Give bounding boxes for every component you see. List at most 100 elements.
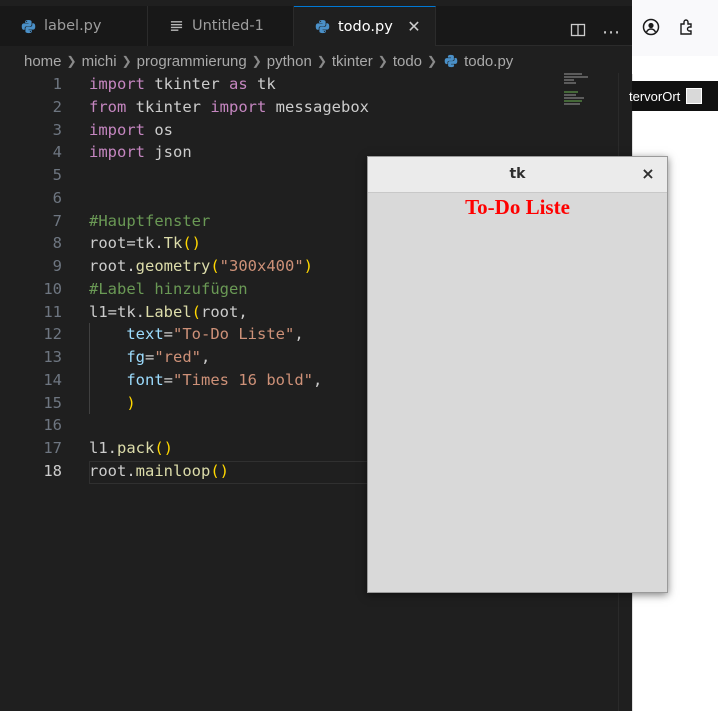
tab-label-py[interactable]: label.py xyxy=(0,6,148,46)
tab-label: todo.py xyxy=(338,18,393,35)
breadcrumb-item[interactable]: python xyxy=(267,53,312,70)
bracket: () xyxy=(154,439,173,457)
tab-untitled-1[interactable]: Untitled-1 xyxy=(148,6,294,46)
chevron-right-icon: ❯ xyxy=(377,54,388,68)
code-text: , xyxy=(201,348,211,366)
breadcrumb-item[interactable]: michi xyxy=(82,53,117,70)
tab-todo-py[interactable]: todo.py ✕ xyxy=(294,6,436,46)
parameter: fg xyxy=(126,348,145,366)
more-actions-icon[interactable]: ⋯ xyxy=(602,22,620,43)
breadcrumb-item[interactable]: todo.py xyxy=(464,53,513,70)
keyword: import xyxy=(89,120,145,139)
site-navbar: tervorOrt xyxy=(629,81,718,111)
function-name: geometry xyxy=(135,257,211,275)
breadcrumb: home ❯ michi ❯ programmierung ❯ python ❯ tki… xyxy=(24,50,513,72)
minimap-line xyxy=(564,97,584,99)
tab-label: Untitled-1 xyxy=(192,18,264,34)
minimap-line xyxy=(564,79,574,81)
function-name: Tk xyxy=(163,234,183,253)
avatar[interactable] xyxy=(686,88,703,104)
function-name: Label xyxy=(145,302,192,321)
code-text: root. xyxy=(89,257,136,275)
line-number: 2 xyxy=(52,97,62,116)
line-number: 1 xyxy=(52,75,62,93)
chevron-right-icon: ❯ xyxy=(251,54,262,68)
chevron-right-icon: ❯ xyxy=(427,54,438,68)
minimap-line xyxy=(564,103,580,105)
line-number: 9 xyxy=(52,257,62,275)
line-number: 10 xyxy=(43,279,62,298)
function-name: mainloop xyxy=(135,461,211,480)
todo-label: To-Do Liste xyxy=(465,195,570,219)
line-number: 3 xyxy=(52,120,62,139)
breadcrumb-item[interactable]: home xyxy=(24,53,62,70)
function-name: pack xyxy=(117,439,155,457)
breadcrumb-item[interactable]: programmierung xyxy=(137,53,247,70)
tk-window-title: tk xyxy=(509,166,526,182)
close-icon[interactable]: × xyxy=(639,165,657,183)
chevron-right-icon: ❯ xyxy=(316,54,327,68)
split-editor-icon[interactable] xyxy=(570,22,586,42)
minimap-line xyxy=(564,100,582,102)
line-number-current: 18 xyxy=(43,461,62,480)
code-text: tkinter xyxy=(145,75,229,93)
code-text: = xyxy=(163,325,173,344)
keyword: import xyxy=(89,75,145,93)
keyword: as xyxy=(229,75,248,93)
code-text: root=tk. xyxy=(89,234,164,253)
code-text: tk xyxy=(247,75,276,93)
line-number: 6 xyxy=(52,188,62,207)
minimap-line xyxy=(564,76,588,78)
chevron-right-icon: ❯ xyxy=(66,54,77,68)
keyword: from xyxy=(89,97,127,116)
line-number: 7 xyxy=(52,211,62,230)
line-number: 4 xyxy=(52,143,62,162)
code-text: tkinter xyxy=(126,97,211,116)
close-icon[interactable]: ✕ xyxy=(405,18,423,36)
keyword: import xyxy=(89,143,145,162)
python-icon xyxy=(20,18,36,34)
line-number: 5 xyxy=(52,166,62,184)
line-number: 14 xyxy=(43,370,62,389)
file-lines-icon xyxy=(168,18,184,34)
tk-window: tk × To-Do Liste xyxy=(367,156,668,593)
browser-toolbar: • xyxy=(632,0,718,56)
breadcrumb-item[interactable]: todo xyxy=(393,53,422,70)
line-number: 12 xyxy=(43,325,62,344)
username-label[interactable]: tervorOrt xyxy=(629,89,680,104)
code-text: l1=tk. xyxy=(89,302,145,321)
code-text: , xyxy=(294,325,304,344)
more-icon[interactable]: • xyxy=(712,18,718,38)
code-text: = xyxy=(163,370,173,389)
breadcrumb-item[interactable]: tkinter xyxy=(332,53,373,70)
code-text: = xyxy=(145,348,155,366)
bracket: () xyxy=(182,234,201,253)
keyword: import xyxy=(210,97,267,116)
parameter: text xyxy=(126,325,164,344)
account-icon[interactable] xyxy=(641,18,661,38)
code-line: from tkinter import messagebox xyxy=(89,96,629,119)
extensions-icon[interactable] xyxy=(677,18,697,38)
line-number: 8 xyxy=(52,234,62,253)
minimap-line xyxy=(564,82,576,84)
code-text: , xyxy=(312,370,323,389)
minimap-line xyxy=(564,94,576,96)
line-number: 13 xyxy=(43,348,62,366)
string: "red" xyxy=(154,348,202,366)
string: "300x400" xyxy=(219,257,304,275)
minimap[interactable] xyxy=(564,73,590,113)
line-number: 16 xyxy=(43,416,62,435)
line-number-gutter: 1 2 3 4 5 6 7 8 9 10 11 12 13 14 15 16 1… xyxy=(0,73,62,483)
tk-titlebar[interactable]: tk × xyxy=(368,157,667,193)
code-line: import os xyxy=(89,119,629,142)
tab-bar: label.py Untitled-1 todo.py ✕ ⋯ xyxy=(0,6,632,46)
chevron-right-icon: ❯ xyxy=(121,54,132,68)
bracket: ) xyxy=(303,257,314,275)
code-text: os xyxy=(145,120,173,139)
bracket: ( xyxy=(191,302,202,321)
bracket: ( xyxy=(210,257,220,275)
code-line: import tkinter as tk xyxy=(89,73,629,96)
